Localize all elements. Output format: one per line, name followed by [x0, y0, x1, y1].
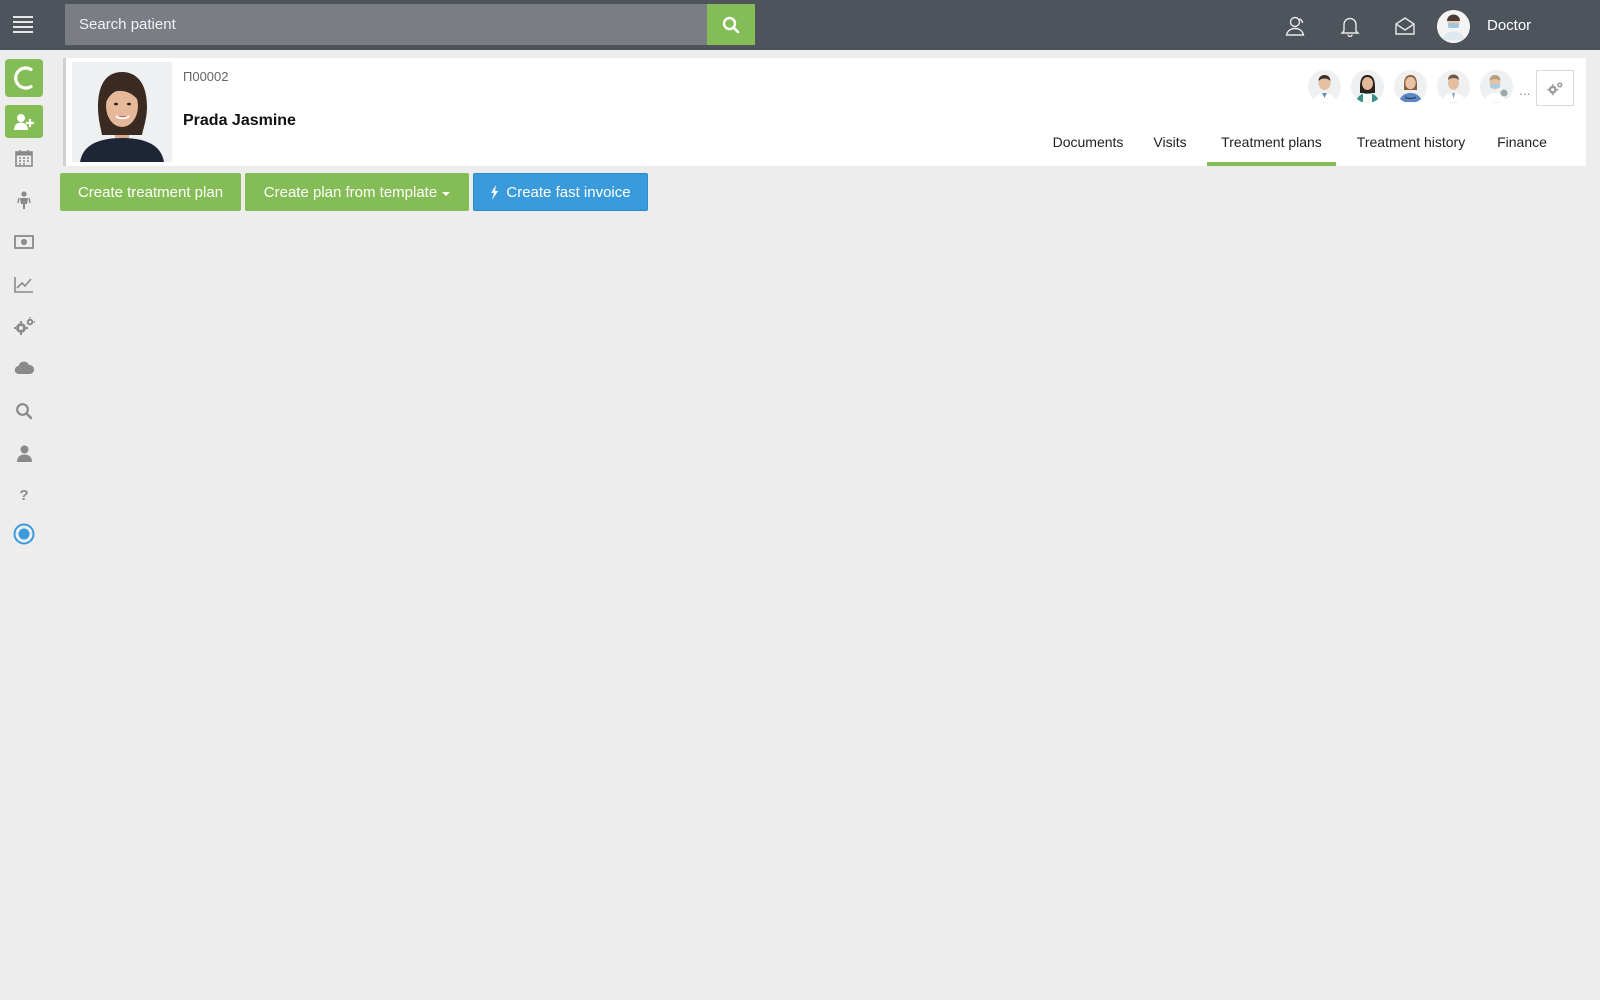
add-patient-button[interactable]: [5, 105, 43, 138]
sidebar: ?: [0, 50, 50, 1000]
settings-button[interactable]: [1536, 70, 1574, 106]
search-icon[interactable]: [12, 399, 36, 423]
search-button[interactable]: [707, 4, 755, 45]
user-name[interactable]: Doctor: [1487, 17, 1531, 34]
chart-line-icon[interactable]: [12, 272, 36, 296]
search-input[interactable]: [65, 4, 707, 45]
cloud-icon[interactable]: [12, 356, 36, 380]
doctor-avatar[interactable]: [1394, 70, 1427, 103]
patient-name: Prada Jasmine: [183, 112, 296, 129]
patient-id: П00002: [183, 69, 229, 84]
user-plus-icon: [14, 113, 34, 130]
create-fast-invoice-button[interactable]: Create fast invoice: [473, 173, 648, 211]
create-treatment-plan-label: Create treatment plan: [77, 183, 224, 201]
doctor-avatar[interactable]: [1308, 70, 1341, 103]
gears-icon[interactable]: [12, 314, 36, 338]
create-plan-from-template-label: Create plan from template: [263, 183, 438, 201]
patient-card: П00002 Prada Jasmine ... Documents Visit…: [63, 58, 1586, 166]
logo-c-icon: [14, 66, 33, 90]
users-icon[interactable]: [1283, 14, 1307, 38]
doctor-avatar[interactable]: [1351, 70, 1384, 103]
bolt-icon: [491, 184, 499, 200]
tab-documents[interactable]: Documents: [1043, 130, 1133, 166]
app-logo[interactable]: [5, 59, 43, 97]
question-icon[interactable]: ?: [12, 483, 36, 507]
mail-icon[interactable]: [1393, 14, 1417, 38]
tab-finance[interactable]: Finance: [1486, 130, 1558, 166]
more-doctors[interactable]: ...: [1519, 82, 1531, 98]
patient-search: [65, 4, 755, 45]
radio-dot-icon[interactable]: [12, 522, 36, 546]
menu-icon[interactable]: [13, 16, 33, 33]
create-fast-invoice-label: Create fast invoice: [506, 183, 631, 201]
top-bar: Doctor: [0, 0, 1600, 50]
bell-icon[interactable]: [1338, 14, 1362, 38]
search-icon: [722, 16, 740, 33]
patient-tabs: Documents Visits Treatment plans Treatme…: [66, 130, 1586, 166]
tab-treatment-history[interactable]: Treatment history: [1344, 130, 1478, 166]
tab-visits[interactable]: Visits: [1141, 130, 1199, 166]
create-treatment-plan-button[interactable]: Create treatment plan: [60, 173, 241, 211]
money-icon[interactable]: [12, 230, 36, 254]
user-avatar[interactable]: [1437, 10, 1470, 43]
doctor-avatar[interactable]: [1437, 70, 1470, 103]
create-plan-from-template-button[interactable]: Create plan from template: [245, 173, 469, 211]
gears-icon: [1546, 81, 1562, 95]
person-icon[interactable]: [12, 188, 36, 212]
doctor-avatar[interactable]: [1480, 70, 1513, 103]
caret-down-icon: [442, 191, 451, 196]
calendar-icon[interactable]: [12, 146, 36, 170]
tab-treatment-plans[interactable]: Treatment plans: [1207, 130, 1336, 166]
user-icon[interactable]: [12, 441, 36, 465]
